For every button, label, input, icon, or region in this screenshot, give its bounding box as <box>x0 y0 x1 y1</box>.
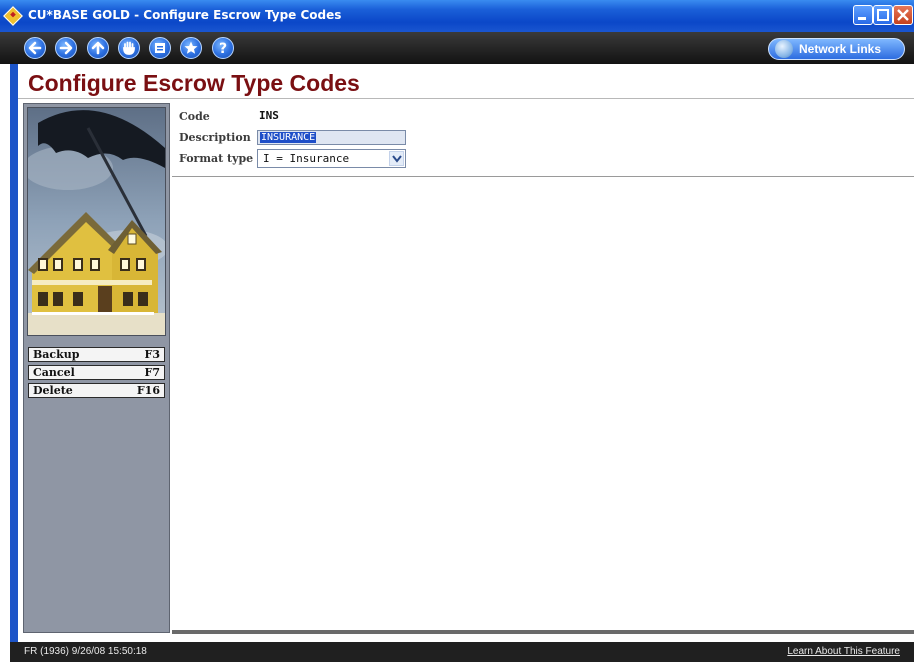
print-icon <box>155 43 165 53</box>
page-title: Configure Escrow Type Codes <box>28 70 360 96</box>
network-links-label: Network Links <box>799 42 882 56</box>
globe-icon <box>775 40 793 58</box>
help-button[interactable]: ? <box>212 37 234 59</box>
title-bar: CU*BASE GOLD - Configure Escrow Type Cod… <box>0 0 914 32</box>
format-type-value: I = Insurance <box>263 152 350 165</box>
back-button[interactable] <box>24 37 46 59</box>
help-icon: ? <box>219 41 227 57</box>
delete-button[interactable]: Delete F16 <box>28 383 165 398</box>
backup-key: F3 <box>144 348 160 361</box>
maximize-icon <box>877 9 889 21</box>
cancel-key: F7 <box>144 366 160 379</box>
dropdown-arrow[interactable] <box>389 151 404 166</box>
stop-hand-button[interactable] <box>118 37 140 59</box>
svg-text:?: ? <box>219 41 227 57</box>
form-separator <box>172 176 914 177</box>
description-label: Description <box>179 131 251 144</box>
minimize-button[interactable] <box>853 5 873 25</box>
window-title: CU*BASE GOLD - Configure Escrow Type Cod… <box>28 8 342 22</box>
description-value: INSURANCE <box>260 132 317 143</box>
app-diamond-icon <box>3 6 23 26</box>
backup-label: Backup <box>33 348 80 361</box>
delete-label: Delete <box>33 384 73 397</box>
network-links-button[interactable]: Network Links <box>768 38 905 60</box>
format-type-label: Format type <box>179 152 254 165</box>
house-umbrella-image <box>27 107 166 336</box>
forward-icon <box>59 41 73 55</box>
format-type-select[interactable]: I = Insurance <box>257 149 406 168</box>
forward-button[interactable] <box>55 37 77 59</box>
content-bottom-border <box>172 630 914 634</box>
favorites-button[interactable] <box>180 37 202 59</box>
close-icon <box>897 9 909 21</box>
code-label: Code <box>179 110 210 123</box>
description-field[interactable]: INSURANCE <box>257 130 406 145</box>
favorites-star-icon <box>184 41 198 54</box>
learn-about-link[interactable]: Learn About This Feature <box>787 646 900 657</box>
up-button[interactable] <box>87 37 109 59</box>
up-icon <box>91 41 105 55</box>
close-button[interactable] <box>893 5 913 25</box>
chevron-down-icon <box>392 155 402 163</box>
delete-key: F16 <box>136 384 160 397</box>
print-button[interactable] <box>149 37 171 59</box>
hand-icon <box>123 41 135 55</box>
session-info: FR (1936) 9/26/08 15:50:18 <box>24 646 147 657</box>
maximize-button[interactable] <box>873 5 893 25</box>
code-value: INS <box>259 109 279 122</box>
back-icon <box>28 41 42 55</box>
cancel-label: Cancel <box>33 366 75 379</box>
minimize-icon <box>858 17 866 20</box>
cancel-button[interactable]: Cancel F7 <box>28 365 165 380</box>
function-key-list: Backup F3 Cancel F7 Delete F16 <box>28 347 165 401</box>
window-left-edge <box>10 64 18 644</box>
backup-button[interactable]: Backup F3 <box>28 347 165 362</box>
